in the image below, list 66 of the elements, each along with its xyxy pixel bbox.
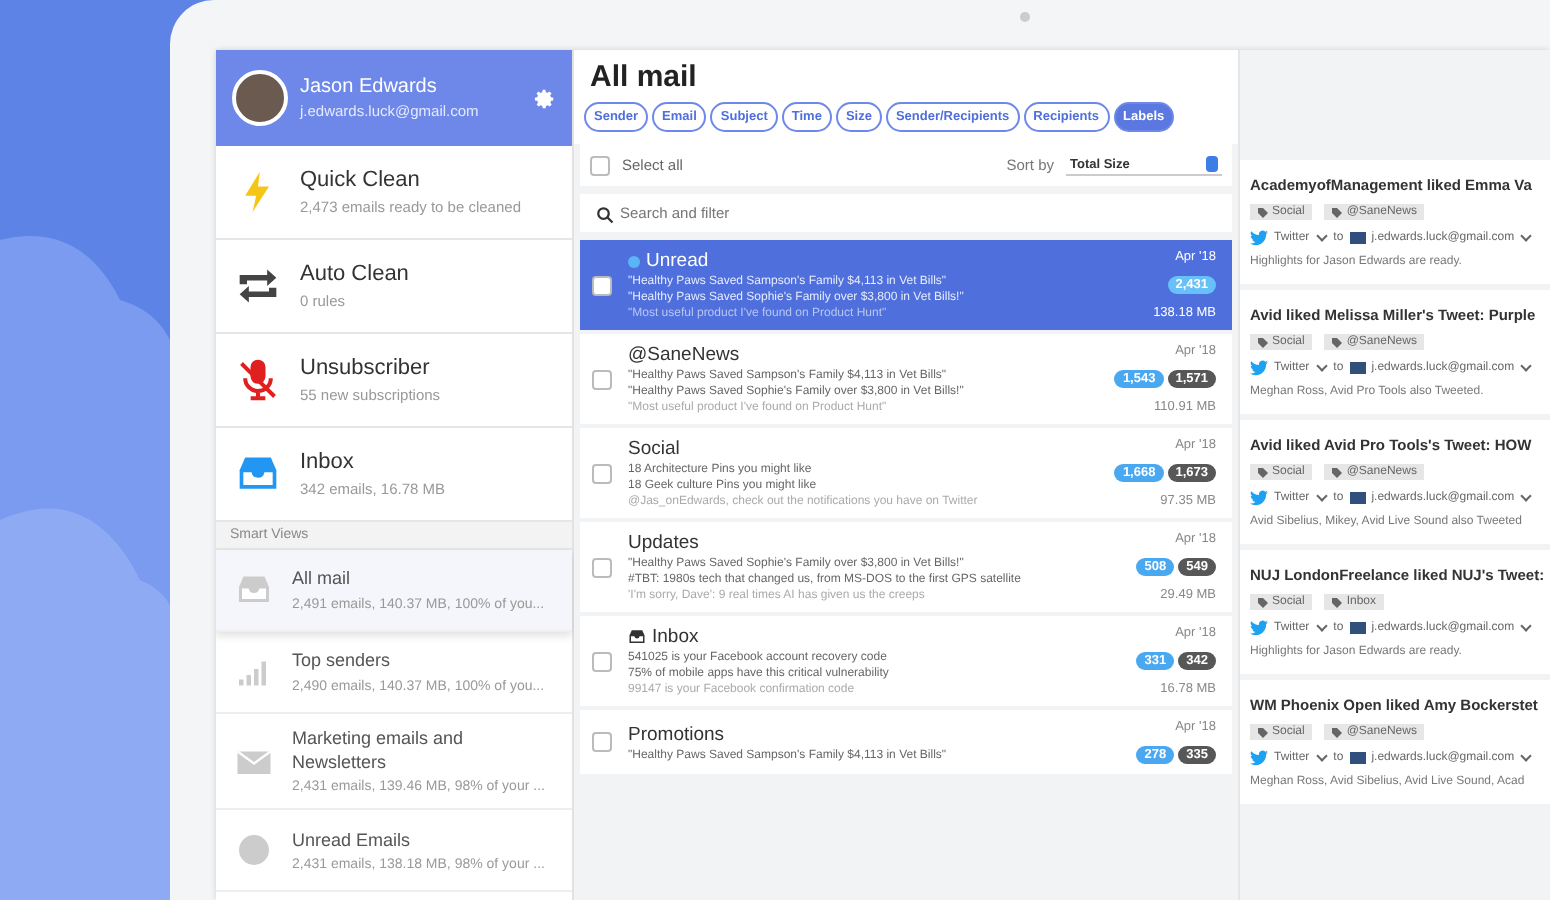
tag-icon [1332, 337, 1343, 347]
group-title: Social [628, 438, 680, 460]
tool-title: Inbox [300, 450, 356, 474]
email-group-row[interactable] [580, 522, 1232, 612]
checkbox[interactable] [592, 557, 612, 577]
email-group-row[interactable] [580, 334, 1232, 424]
chevron-down-icon [1315, 490, 1327, 502]
chevron-down-icon [1315, 230, 1327, 242]
checkbox[interactable] [592, 732, 612, 752]
group-title: Updates [628, 532, 699, 554]
view-title: Marketing emails and Newsletters [292, 728, 466, 775]
tag-icon [1258, 467, 1268, 477]
account-icon [1349, 752, 1366, 764]
group-title: Unread [646, 250, 709, 272]
bird-icon [1250, 750, 1268, 766]
bird-icon [1250, 230, 1268, 246]
updown-icon [1206, 156, 1218, 172]
bird-icon [1250, 360, 1268, 376]
account-icon [1349, 492, 1366, 504]
avatar-icon [232, 70, 288, 126]
tool-title: Unsubscriber [300, 356, 432, 380]
bird-icon [1250, 620, 1268, 636]
repeat-arrows-icon [236, 264, 280, 308]
tag-icon [1258, 597, 1268, 607]
account-icon [1349, 622, 1366, 634]
chevron-down-icon [1315, 620, 1327, 632]
view-title: All mail [292, 568, 353, 592]
tool-title: Auto Clean [300, 262, 409, 286]
view-title: Unread Emails [292, 829, 413, 853]
search-icon [596, 206, 614, 224]
tool-title: Quick Clean [300, 168, 422, 192]
tag-icon [1332, 467, 1343, 477]
bird-icon [1250, 490, 1268, 506]
dot-icon [628, 255, 640, 267]
circle-icon [236, 832, 272, 869]
camera-icon [1020, 12, 1030, 22]
tag-icon [1332, 727, 1343, 737]
settings-icon[interactable] [534, 87, 556, 109]
checkbox[interactable] [592, 369, 612, 389]
user-name: Jason Edwards [300, 76, 439, 98]
view-title: Top senders [292, 650, 393, 674]
checkbox[interactable] [592, 275, 612, 295]
group-title: Inbox [652, 626, 699, 648]
tag-icon [1332, 207, 1343, 217]
checkbox[interactable] [590, 155, 610, 175]
tag-icon [1258, 727, 1268, 737]
checkbox[interactable] [592, 651, 612, 671]
group-title: Promotions [628, 723, 725, 745]
inbox-tray-icon [628, 628, 646, 646]
muted-microphone-icon [236, 358, 280, 402]
tag-icon [1332, 597, 1343, 607]
chevron-down-icon [1315, 750, 1327, 762]
chevron-down-icon [1520, 230, 1532, 242]
checkbox[interactable] [592, 463, 612, 483]
account-icon [1349, 362, 1366, 374]
group-title: @SaneNews [628, 344, 740, 366]
chevron-down-icon [1520, 490, 1532, 502]
chevron-down-icon [1520, 750, 1532, 762]
chevron-down-icon [1520, 620, 1532, 632]
page-title: All mail [588, 58, 699, 98]
account-icon [1349, 232, 1366, 244]
chevron-down-icon [1315, 360, 1327, 372]
tag-icon [1258, 207, 1268, 217]
tag-icon [1258, 337, 1268, 347]
chevron-down-icon [1520, 360, 1532, 372]
inbox-tray-icon [236, 572, 272, 608]
